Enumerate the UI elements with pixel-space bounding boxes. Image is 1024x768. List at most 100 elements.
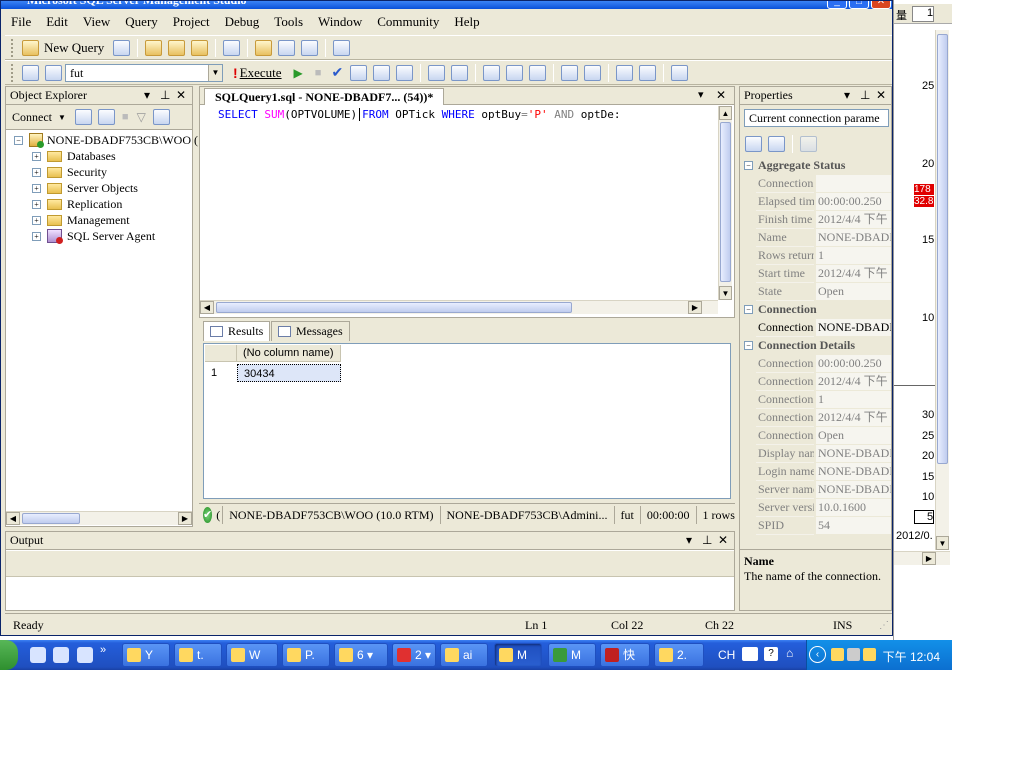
results-to-text-icon[interactable] (483, 64, 501, 81)
toolbar-grip[interactable] (11, 38, 15, 57)
minimize-button[interactable]: _ (827, 1, 847, 9)
scroll-thumb[interactable] (22, 513, 80, 524)
save-icon[interactable] (278, 39, 296, 56)
scroll-down-icon[interactable]: ▼ (719, 286, 732, 300)
tree-node-server-objects[interactable]: + Server Objects (32, 180, 138, 196)
new-query-button[interactable]: New Query (44, 40, 104, 56)
execute-icon[interactable]: ! (233, 65, 238, 81)
cancel-query-icon[interactable]: ■ (315, 67, 322, 79)
task-button[interactable]: M (548, 643, 596, 667)
connect-dropdown-button[interactable]: Connect (12, 110, 52, 125)
menu-community[interactable]: Community (377, 14, 439, 30)
quicklaunch-app-icon[interactable] (53, 647, 69, 663)
row-header-corner[interactable] (205, 345, 237, 362)
property-row[interactable]: Display nam NONE-DBADF (742, 445, 891, 463)
scroll-right-icon[interactable]: ▶ (922, 552, 936, 565)
specify-template-values-icon[interactable] (671, 64, 689, 81)
client-statistics-icon[interactable] (451, 64, 469, 81)
task-button-active-ssms[interactable]: M (494, 643, 542, 667)
menu-debug[interactable]: Debug (225, 14, 260, 30)
quicklaunch-media-icon[interactable] (30, 647, 46, 663)
chevron-down-icon[interactable]: ▼ (58, 113, 66, 122)
property-row[interactable]: SPID 54 (742, 517, 891, 535)
connect-server-icon[interactable] (74, 109, 92, 125)
task-button[interactable]: W (226, 643, 278, 667)
quicklaunch-word-icon[interactable] (77, 647, 93, 663)
sql-code-line[interactable]: SELECT SUM(OPTVOLUME) FROM OPTick WHERE o… (218, 107, 718, 123)
decrease-indent-icon[interactable] (616, 64, 634, 81)
increase-indent-icon[interactable] (639, 64, 657, 81)
expand-icon[interactable]: + (32, 183, 41, 193)
analysis-query-icon[interactable] (168, 39, 186, 56)
menu-window[interactable]: Window (318, 14, 362, 30)
tab-sqlquery1[interactable]: SQLQuery1.sql - NONE-DBADF7... (54))* (204, 88, 445, 105)
start-button[interactable] (0, 640, 18, 670)
available-databases-select[interactable]: fut ▼ (65, 63, 223, 82)
pin-icon[interactable]: ⊥ (702, 532, 712, 549)
scroll-up-icon[interactable]: ▲ (719, 106, 732, 120)
scroll-left-icon[interactable]: ◀ (200, 301, 214, 314)
category-aggregate-status[interactable]: − Aggregate Status (742, 157, 891, 175)
editor-hscroll[interactable]: ◀ ▶ (200, 300, 718, 314)
task-button[interactable]: ai (440, 643, 488, 667)
results-to-file-icon[interactable] (529, 64, 547, 81)
query-designer-icon[interactable] (373, 64, 391, 81)
execute-button[interactable]: Execute (240, 65, 282, 81)
expand-icon[interactable]: + (32, 231, 41, 241)
menu-view[interactable]: View (83, 14, 110, 30)
new-file-icon[interactable] (113, 39, 131, 56)
menu-file[interactable]: File (11, 14, 31, 30)
filter-icon[interactable]: ▽ (137, 110, 146, 124)
background-vscroll[interactable]: ▼ (935, 30, 949, 550)
resize-grip-icon[interactable]: ⋰ (879, 620, 889, 631)
menu-edit[interactable]: Edit (46, 14, 68, 30)
task-button[interactable]: 2. (654, 643, 704, 667)
property-row[interactable]: Server name NONE-DBADF (742, 481, 891, 499)
scroll-right-icon[interactable]: ▶ (688, 301, 702, 314)
pin-icon[interactable]: ⊥ (160, 87, 170, 104)
property-row[interactable]: Connection Open (742, 427, 891, 445)
menu-tools[interactable]: Tools (274, 14, 303, 30)
collapse-icon[interactable]: − (744, 341, 753, 350)
object-explorer-hscroll[interactable]: ◀ ▶ (6, 511, 192, 525)
expand-icon[interactable]: + (32, 151, 41, 161)
toolbar-grip[interactable] (11, 63, 15, 82)
network-icon[interactable] (847, 648, 860, 661)
collapse-icon[interactable]: − (14, 135, 23, 145)
property-row[interactable]: Start time 2012/4/4 下午 1 (742, 265, 891, 283)
collapse-icon[interactable]: − (744, 305, 753, 314)
scroll-right-icon[interactable]: ▶ (178, 512, 192, 525)
property-row[interactable]: Rows return 1 (742, 247, 891, 265)
activity-monitor-icon[interactable] (333, 39, 351, 56)
tree-node-management[interactable]: + Management (32, 212, 130, 228)
new-project-icon[interactable] (223, 39, 241, 56)
properties-object-select[interactable]: Current connection parame (744, 109, 889, 127)
refresh-icon[interactable] (152, 109, 170, 125)
menu-query[interactable]: Query (125, 14, 158, 30)
print-icon[interactable] (301, 39, 319, 56)
quicklaunch-overflow-icon[interactable]: » (100, 644, 106, 656)
property-row[interactable]: Connection NONE-DBADF (742, 319, 891, 337)
task-group-button[interactable]: 2 ▾ (392, 643, 436, 667)
property-row[interactable]: Server versi 10.0.1600 (742, 499, 891, 517)
task-button[interactable]: 快 (600, 643, 650, 667)
comment-icon[interactable] (561, 64, 579, 81)
column-header[interactable]: (No column name) (237, 345, 341, 362)
expand-icon[interactable]: + (32, 215, 41, 225)
scroll-thumb[interactable] (216, 302, 572, 313)
dropdown-icon[interactable]: ▾ (844, 87, 850, 104)
disconnect-icon[interactable] (45, 64, 62, 81)
close-icon[interactable]: ✕ (718, 532, 728, 549)
input-language[interactable]: CH (718, 648, 735, 662)
scroll-thumb[interactable] (937, 34, 948, 464)
close-button[interactable]: ✕ (871, 1, 891, 9)
property-row[interactable]: Name NONE-DBADF (742, 229, 891, 247)
keyboard-icon[interactable] (742, 647, 758, 661)
parse-check-icon[interactable]: ✔ (331, 64, 343, 81)
property-pages-icon[interactable] (800, 136, 817, 152)
expand-icon[interactable]: + (32, 199, 41, 209)
database-engine-query-icon[interactable] (145, 39, 163, 56)
menu-help[interactable]: Help (454, 14, 479, 30)
tree-node-replication[interactable]: + Replication (32, 196, 122, 212)
tree-node-server[interactable]: − NONE-DBADF753CB\WOO ( (14, 132, 198, 148)
